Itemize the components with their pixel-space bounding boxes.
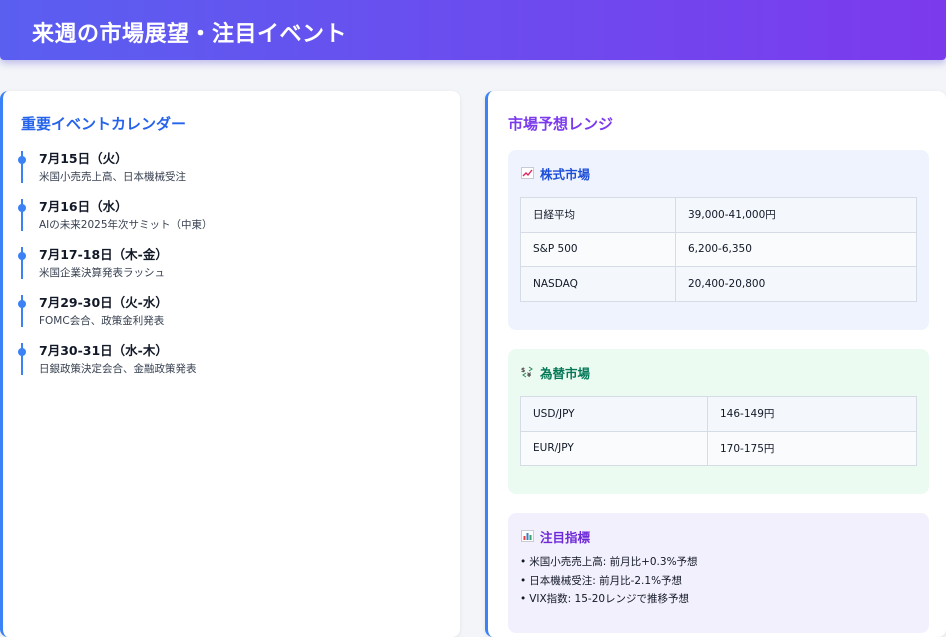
svg-text:$: $ [521, 367, 525, 374]
indicators-label: 注目指標 [540, 530, 591, 545]
table-cell-range: 6,200-6,350 [675, 231, 917, 267]
bar-chart-icon [521, 530, 537, 545]
event-desc: 米国小売売上高、日本機械受注 [39, 171, 186, 183]
timeline-event: 7月16日（水） AIの未来2025年次サミット（中東） [18, 199, 439, 247]
event-date: 7月30-31日（水-木） [39, 343, 168, 358]
list-item: VIX指数: 15-20レンジで推移予想 [520, 590, 698, 609]
table-row: 日経平均 39,000-41,000円 [520, 197, 917, 233]
page-title: 来週の市場展望・注目イベント [32, 22, 348, 47]
timeline-dot-icon [18, 252, 26, 260]
indicators-box: 注目指標 米国小売売上高: 前月比+0.3%予想 日本機械受注: 前月比-2.1… [508, 513, 929, 633]
timeline-dot-icon [18, 156, 26, 164]
event-desc: FOMC会合、政策金利発表 [39, 315, 165, 327]
table-cell-name: NASDAQ [520, 266, 676, 302]
table-row: S&P 500 6,200-6,350 [520, 231, 917, 267]
ranges-title: 市場予想レンジ [508, 115, 614, 133]
timeline-dot-icon [18, 300, 26, 308]
list-item: 日本機械受注: 前月比-2.1%予想 [520, 572, 698, 591]
calendar-title: 重要イベントカレンダー [21, 115, 187, 133]
table-cell-range: 39,000-41,000円 [675, 197, 917, 233]
timeline-event: 7月30-31日（水-木） 日銀政策決定会合、金融政策発表 [18, 343, 439, 391]
stock-market-label: 株式市場 [540, 167, 591, 182]
stock-market-box: 株式市場 日経平均 39,000-41,000円 S&P 500 6,200-6… [508, 150, 929, 330]
event-date: 7月17-18日（木-金） [39, 247, 168, 262]
table-cell-range: 170-175円 [707, 430, 917, 466]
page-header: 来週の市場展望・注目イベント [0, 0, 946, 60]
indicators-title: 注目指標 [521, 527, 590, 546]
event-calendar-panel: 重要イベントカレンダー 7月15日（火） 米国小売売上高、日本機械受注 7月16… [0, 91, 460, 637]
indicators-list: 米国小売売上高: 前月比+0.3%予想 日本機械受注: 前月比-2.1%予想 V… [520, 553, 698, 609]
svg-text:¥: ¥ [527, 372, 532, 378]
table-row: EUR/JPY 170-175円 [520, 430, 917, 466]
table-cell-range: 20,400-20,800 [675, 266, 917, 302]
table-cell-name: EUR/JPY [520, 430, 708, 466]
fx-market-box: $ ¥ 為替市場 USD/JPY 146-149円 EUR/JPY 170-175円 [508, 349, 929, 494]
currency-exchange-icon: $ ¥ [521, 366, 537, 381]
timeline-dot-icon [18, 204, 26, 212]
fx-market-title: $ ¥ 為替市場 [521, 363, 590, 382]
fx-range-table: USD/JPY 146-149円 EUR/JPY 170-175円 [520, 396, 917, 466]
event-date: 7月15日（火） [39, 151, 128, 166]
chart-up-icon [521, 167, 537, 182]
timeline-event: 7月15日（火） 米国小売売上高、日本機械受注 [18, 151, 439, 199]
table-row: USD/JPY 146-149円 [520, 396, 917, 432]
market-range-panel: 市場予想レンジ 株式市場 日経平均 39,000-41,000円 S&P 500… [485, 91, 946, 637]
event-desc: 米国企業決算発表ラッシュ [39, 267, 165, 279]
fx-market-label: 為替市場 [540, 366, 591, 381]
stock-range-table: 日経平均 39,000-41,000円 S&P 500 6,200-6,350 … [520, 197, 917, 302]
event-date: 7月29-30日（火-水） [39, 295, 168, 310]
table-cell-name: 日経平均 [520, 197, 676, 233]
table-row: NASDAQ 20,400-20,800 [520, 266, 917, 302]
event-desc: 日銀政策決定会合、金融政策発表 [39, 363, 197, 375]
list-item: 米国小売売上高: 前月比+0.3%予想 [520, 553, 697, 572]
table-cell-range: 146-149円 [707, 396, 917, 432]
stock-market-title: 株式市場 [521, 164, 590, 183]
table-cell-name: S&P 500 [520, 231, 676, 267]
event-desc: AIの未来2025年次サミット（中東） [39, 219, 213, 231]
timeline-dot-icon [18, 348, 26, 356]
timeline-event: 7月17-18日（木-金） 米国企業決算発表ラッシュ [18, 247, 439, 295]
event-timeline: 7月15日（火） 米国小売売上高、日本機械受注 7月16日（水） AIの未来20… [18, 151, 439, 391]
table-cell-name: USD/JPY [520, 396, 708, 432]
event-date: 7月16日（水） [39, 199, 128, 214]
timeline-event: 7月29-30日（火-水） FOMC会合、政策金利発表 [18, 295, 439, 343]
